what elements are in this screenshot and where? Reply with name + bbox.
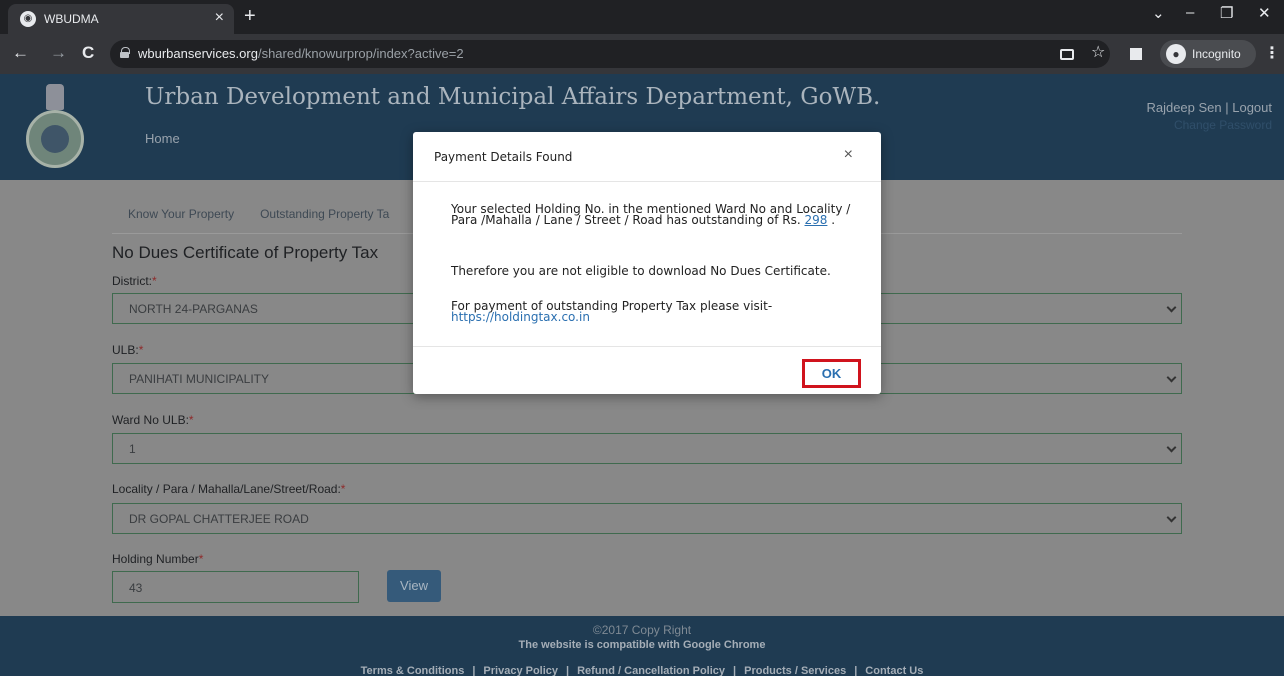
compatibility-note: The website is compatible with Google Ch… [518,639,766,651]
payment-details-modal: Payment Details Found × Your selected Ho… [413,132,881,394]
incognito-badge[interactable]: ● Incognito [1160,40,1256,68]
modal-footer-divider [413,346,881,347]
tab-close-icon[interactable]: × [215,9,224,27]
chevron-down-icon [1166,512,1177,523]
incognito-icon: ● [1166,44,1186,64]
new-tab-button[interactable]: + [244,4,256,28]
holding-value: 43 [129,581,143,595]
modal-header: Payment Details Found × [413,132,881,182]
holding-number-input[interactable]: 43 [112,571,359,603]
locality-value: DR GOPAL CHATTERJEE ROAD [129,512,309,526]
not-eligible-message: Therefore you are not eligible to downlo… [451,264,831,278]
ward-select[interactable]: 1 [112,433,1182,464]
lock-icon[interactable] [120,47,130,58]
site-footer: ©2017 Copy Right The website is compatib… [0,616,1284,676]
holdingtax-link[interactable]: https://holdingtax.co.in [451,310,590,324]
change-password-link[interactable]: Change Password [1174,118,1272,132]
site-title: Urban Development and Municipal Affairs … [145,84,881,110]
ulb-value: PANIHATI MUNICIPALITY [129,372,270,386]
footer-link-terms[interactable]: Terms & Conditions [361,665,465,676]
form-title: No Dues Certificate of Property Tax [112,243,379,262]
browser-toolbar: ← → C wburbanservices.org/shared/knowurp… [0,34,1284,74]
locality-select[interactable]: DR GOPAL CHATTERJEE ROAD [112,503,1182,534]
view-button[interactable]: View [387,570,441,602]
close-icon[interactable]: × [844,146,853,164]
footer-link-refund[interactable]: Refund / Cancellation Policy [577,665,725,676]
seal-icon [26,110,84,168]
restore-button[interactable]: ❐ [1220,4,1233,22]
back-button[interactable]: ← [12,43,29,63]
copyright-text: ©2017 Copy Right [592,623,692,637]
footer-link-contact[interactable]: Contact Us [865,665,923,676]
modal-title: Payment Details Found [434,150,573,164]
side-panel-icon[interactable] [1130,48,1142,60]
holding-label: Holding Number* [112,552,204,566]
subnav-know-your-property[interactable]: Know Your Property [128,207,234,221]
close-window-button[interactable]: ✕ [1258,4,1271,22]
sub-navigation: Know Your Property Outstanding Property T… [128,207,415,221]
government-logo [22,84,88,170]
url-path: /shared/knowurprop/index?active=2 [257,46,464,61]
home-link[interactable]: Home [145,131,180,146]
browser-tab[interactable]: ◉ WBUDMA × [8,4,234,34]
tab-search-icon[interactable]: ⌄ [1152,4,1165,22]
ok-button[interactable]: OK [802,359,861,388]
chevron-down-icon [1166,372,1177,383]
ward-value: 1 [129,442,136,456]
site-favicon-icon: ◉ [20,11,36,27]
user-logout-link[interactable]: Rajdeep Sen | Logout [1146,100,1272,115]
bookmark-star-icon[interactable]: ☆ [1091,42,1105,62]
chevron-down-icon [1166,302,1177,313]
district-value: NORTH 24-PARGANAS [129,302,258,316]
reload-button[interactable]: C [82,43,94,63]
subnav-outstanding-property-tax[interactable]: Outstanding Property Ta [260,207,389,221]
address-bar[interactable]: wburbanservices.org/shared/knowurprop/in… [110,40,1110,68]
footer-link-products[interactable]: Products / Services [744,665,846,676]
url-host: wburbanservices.org [138,46,258,61]
forward-button[interactable]: → [50,43,67,63]
locality-label: Locality / Para / Mahalla/Lane/Street/Ro… [112,482,346,496]
ward-label: Ward No ULB:* [112,413,194,427]
emblem-icon [46,84,64,110]
ulb-label: ULB:* [112,343,144,357]
cast-icon[interactable] [1060,49,1074,60]
chevron-down-icon [1166,442,1177,453]
outstanding-amount-link[interactable]: 298 [805,213,828,227]
footer-link-privacy[interactable]: Privacy Policy [483,665,558,676]
payment-instruction: For payment of outstanding Property Tax … [451,299,773,324]
minimize-button[interactable]: – [1186,4,1194,21]
incognito-label: Incognito [1192,47,1241,61]
district-label: District:* [112,274,157,288]
footer-links: Terms & Conditions | Privacy Policy | Refund… [360,665,924,676]
outstanding-message: Your selected Holding No. in the mention… [451,202,851,227]
url-text[interactable]: wburbanservices.org/shared/knowurprop/in… [138,46,464,61]
tab-title: WBUDMA [44,12,99,26]
browser-tab-strip: ◉ WBUDMA × + ⌄ – ❐ ✕ [0,0,1284,34]
browser-menu-icon[interactable]: ⋮ [1264,43,1280,63]
